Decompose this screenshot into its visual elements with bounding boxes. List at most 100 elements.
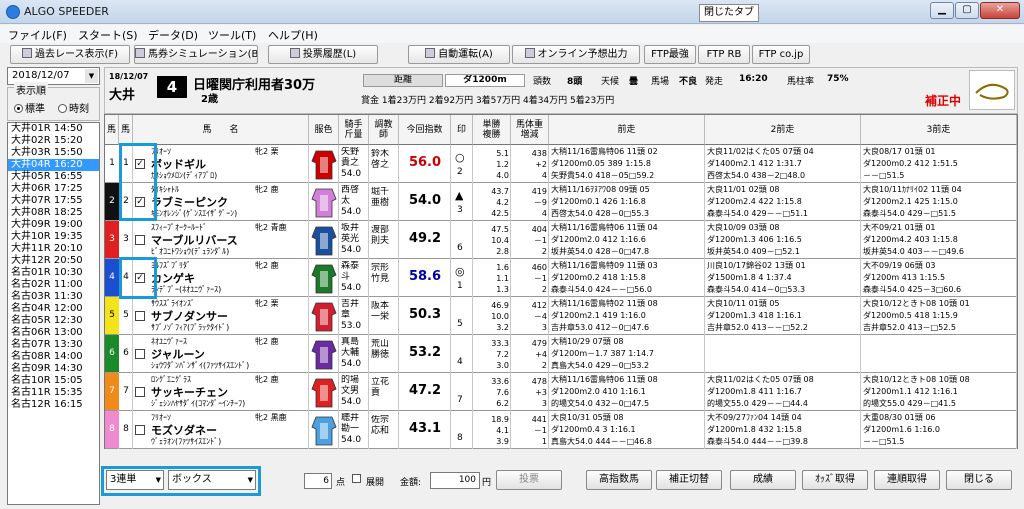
race-list[interactable]: 大井01R 14:50 大井02R 15:20 大井03R 15:50 大井04R 1… (7, 122, 100, 505)
order-time-radio[interactable]: 時刻 (58, 100, 89, 115)
column-divider (1016, 221, 1017, 259)
race-list-item[interactable]: 名古11R 15:35 (8, 387, 99, 399)
race-list-item[interactable]: 大井05R 16:55 (8, 171, 99, 183)
race-list-item[interactable]: 名古10R 15:05 (8, 375, 99, 387)
order-fetch-button[interactable]: 連順取得 (874, 470, 940, 490)
race-list-item[interactable]: 名古05R 12:30 (8, 315, 99, 327)
race-list-item[interactable]: 名古02R 11:00 (8, 279, 99, 291)
dam-name: ｻﾌﾞﾉｿﾞﾌｨｱ(ﾌﾞﾗｯｸﾀｲﾄﾞ) (151, 323, 230, 332)
horse-name[interactable]: カンゲキ (151, 270, 195, 286)
ftp-cojp-button[interactable]: FTP co.jp (752, 45, 810, 64)
mark-rank: 7 (457, 395, 463, 405)
amount-field[interactable]: 100 (430, 472, 480, 489)
vote-button[interactable]: 投票 (496, 470, 562, 490)
race-list-item[interactable]: 名古09R 14:30 (8, 363, 99, 375)
race-age: 2歳 (201, 94, 218, 105)
race-list-item[interactable]: 大井09R 19:00 (8, 219, 99, 231)
mark-rank: 3 (457, 205, 463, 215)
race-list-item[interactable]: 名古03R 11:30 (8, 291, 99, 303)
column-divider (308, 259, 309, 297)
maximize-button[interactable]: ▢ (955, 2, 979, 19)
race-list-item[interactable]: 大井01R 14:50 (8, 123, 99, 135)
mark-symbol[interactable]: ○ (455, 151, 465, 164)
minimize-button[interactable]: ▁ (930, 2, 954, 19)
previous-race-1: 大稍11/16雷鳥特06 11頭 08 ダ1200m2.0 410 1:16.1… (551, 375, 658, 408)
closed-tab-button[interactable]: 閉じたタブ (699, 4, 759, 22)
menu-data[interactable]: データ(D) (148, 27, 198, 43)
clip-icon-graphic (975, 83, 1009, 100)
race-list-item[interactable]: 名古01R 10:30 (8, 267, 99, 279)
race-list-item[interactable]: 大井04R 16:20 (8, 159, 99, 171)
simulation-button[interactable]: 馬券シミュレーション(B) (134, 45, 258, 64)
dam-name: ﾋﾞｵｺﾆﾄﾜｼｮｳ(ﾃﾞｭﾗﾝﾀﾞﾙ) (151, 247, 230, 256)
race-list-item[interactable]: 名古12R 16:15 (8, 399, 99, 411)
race-list-item[interactable]: 名古04R 12:00 (8, 303, 99, 315)
high-index-button[interactable]: 高指数馬 (586, 470, 652, 490)
mark-symbol[interactable]: ▲ (455, 189, 463, 202)
menu-file[interactable]: ファイル(F) (8, 27, 67, 43)
weather-label: 天候 (601, 77, 620, 87)
horse-checkbox[interactable] (135, 387, 145, 397)
frame-number: 3 (105, 221, 119, 258)
column-divider (450, 297, 451, 335)
horse-checkbox[interactable] (135, 235, 145, 245)
race-list-item[interactable]: 名古07R 13:30 (8, 339, 99, 351)
mark-symbol[interactable]: ◎ (455, 265, 465, 278)
horse-checkbox[interactable] (135, 349, 145, 359)
race-list-item[interactable]: 大井10R 19:35 (8, 231, 99, 243)
auto-run-button[interactable]: 自動運転(A) (408, 45, 510, 64)
horse-name[interactable]: サッキーチェン (151, 384, 228, 400)
odds-values: 18.9 4.1 3.9 (491, 415, 509, 446)
odds-header: 単勝 複勝 (473, 115, 511, 145)
close-button[interactable]: 閉じる (946, 470, 1012, 490)
menu-start[interactable]: スタート(S) (78, 27, 138, 43)
horse-name[interactable]: ボッドギル (151, 156, 206, 172)
frame-number: 7 (105, 373, 119, 410)
menu-help[interactable]: ヘルプ(H) (268, 27, 318, 43)
horse-name[interactable]: ジャルーン (151, 346, 205, 362)
online-forecast-button[interactable]: オンライン予想出力 (512, 45, 640, 64)
race-list-item[interactable]: 大井06R 17:25 (8, 183, 99, 195)
rate-value: 75% (827, 74, 849, 84)
index-value: 53.2 (408, 345, 442, 360)
horse-name[interactable]: マーブルリバース (151, 232, 238, 248)
column-divider (398, 183, 399, 221)
horse-checkbox[interactable] (135, 311, 145, 321)
horse-row: 3 3 ｽﾌｨｰﾌﾟｵｰｸｰﾙｰﾄﾞ 牝2 青鹿 マーブルリバース ﾋﾞｵｺﾆﾄﾜｼｮｳ(… (105, 221, 1017, 259)
online-forecast-label: オンライン予想出力 (537, 49, 628, 60)
horse-name[interactable]: ラブミーピンク (151, 194, 228, 210)
vote-history-button[interactable]: 投票履歴(L) (268, 45, 378, 64)
heads-value: 8頭 (567, 77, 583, 87)
column-divider (450, 411, 451, 449)
horse-name[interactable]: モズソダネー (151, 422, 217, 438)
ftp-rb-button[interactable]: FTP RB (698, 45, 750, 64)
correction-toggle-button[interactable]: 補正切替 (656, 470, 722, 490)
order-standard-radio[interactable]: 標準 (14, 100, 45, 115)
horse-checkbox[interactable] (135, 425, 145, 435)
race-list-item[interactable]: 名古08R 14:00 (8, 351, 99, 363)
race-list-item[interactable]: 大井11R 20:10 (8, 243, 99, 255)
race-list-item[interactable]: 大井02R 15:20 (8, 135, 99, 147)
odds-fetch-button[interactable]: ｵｯｽﾞ取得 (802, 470, 868, 490)
race-list-item[interactable]: 大井12R 20:50 (8, 255, 99, 267)
horse-name[interactable]: サブノダンサー (151, 308, 228, 324)
close-window-button[interactable]: ✕ (980, 2, 1020, 19)
results-button[interactable]: 成績 (730, 470, 796, 490)
jockey-name: 西啓 太 54.0 (341, 185, 362, 217)
trainer-name: 佐宗 応和 (371, 415, 390, 436)
menu-tools[interactable]: ツール(T) (208, 27, 256, 43)
sire-name: ﾖﾙﾌｽﾞﾌﾞﾘﾀﾞ (151, 261, 191, 270)
order-group: 表示順 標準 時刻 (7, 82, 100, 121)
jockey-name: 的場 文男 54.0 (341, 375, 362, 407)
previous-race-3: 大良08/17 01頭 01 ダ1200m0.2 412 1:51.5 －－□5… (863, 147, 958, 180)
race-list-item[interactable]: 大井08R 18:25 (8, 207, 99, 219)
race-list-item[interactable]: 大井03R 15:50 (8, 147, 99, 159)
index-value: 49.2 (408, 231, 442, 246)
race-list-item[interactable]: 名古06R 13:00 (8, 327, 99, 339)
column-divider (338, 411, 339, 449)
previous-race-3: 大良10/12ときト08 10頭 01 ダ1200m0.5 418 1:15.9… (863, 299, 970, 332)
past-race-button[interactable]: 過去レース表示(F) (10, 45, 130, 64)
ftp-saikyo-button[interactable]: FTP最強 (644, 45, 696, 64)
race-list-item[interactable]: 大井07R 17:55 (8, 195, 99, 207)
expand-checkbox[interactable] (352, 474, 361, 483)
